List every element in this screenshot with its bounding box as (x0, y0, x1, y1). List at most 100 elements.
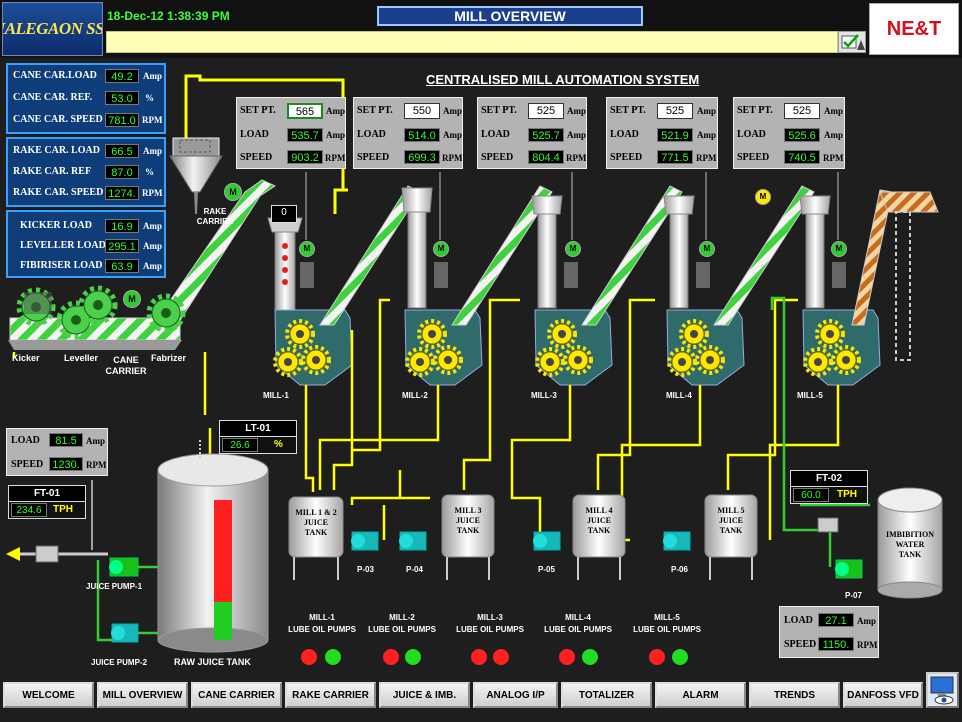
nav-totalizer-button[interactable]: TOTALIZER (561, 682, 652, 708)
mill-4-setpt-label: SET PT. (610, 105, 646, 116)
mill-5-load-label: LOAD (737, 129, 766, 140)
juice-pump-speed-unit: RPM (86, 460, 107, 470)
mill-1-setpt-input[interactable]: 565 (287, 103, 323, 119)
mill-2-speed-value: 699.3 (404, 150, 440, 164)
cane-car-ref-unit: % (145, 93, 154, 103)
nav-cane-carrier-button[interactable]: CANE CARRIER (191, 682, 282, 708)
mill-2-panel: SET PT. 550 Amp LOAD 514.0 Amp SPEED 699… (353, 97, 463, 169)
mill-4-graphic (663, 185, 815, 386)
mill-3-motor-icon[interactable]: M (565, 241, 581, 257)
mill-5-load-value: 525.6 (784, 128, 820, 142)
alarm-ack-button[interactable] (838, 31, 866, 53)
imbibition-speed-value: 1150. (818, 637, 854, 651)
p-06-label: P-06 (671, 565, 688, 574)
mill-5-speed-label: SPEED (737, 152, 770, 163)
leveller-load-label: LEVELLER LOAD (20, 240, 106, 251)
ft-01-box: FT-01 234.6 TPH (8, 485, 86, 519)
mill-4-panel: SET PT. 525 Amp LOAD 521.9 Amp SPEED 771… (606, 97, 718, 169)
leveller-load-unit: Amp (143, 241, 163, 251)
juice-pump-2-label: JUICE PUMP-2 (91, 658, 148, 667)
nav-juice-imb-button[interactable]: JUICE & IMB. (379, 682, 470, 708)
leveller-label: Leveller (64, 353, 99, 363)
mill-3-juice-tank-label: MILL 3 JUICE TANK (454, 506, 482, 535)
nav-mill-overview-button[interactable]: MILL OVERVIEW (97, 682, 188, 708)
mill-5-setpt-input[interactable]: 525 (784, 103, 820, 119)
ft-02-unit: TPH (837, 489, 857, 500)
mill-2-load-value: 514.0 (404, 128, 440, 142)
mill-1-lube-label-line2: LUBE OIL PUMPS (288, 625, 356, 634)
rake-car-speed-label: RAKE CAR. SPEED (13, 187, 104, 198)
mill-3-load-unit: Amp (567, 130, 587, 140)
cane-carrier-panel: CANE CAR.LOAD 49.2 Amp CANE CAR. REF. 53… (6, 63, 166, 134)
intermediate-carrier-motor-icon[interactable]: M (755, 189, 771, 205)
imbibition-load-unit: Amp (857, 616, 877, 626)
ft-02-value: 60.0 (793, 488, 829, 502)
mill-1-load-value: 535.7 (287, 128, 323, 142)
mill-3-load-value: 525.7 (528, 128, 564, 142)
mill-1-setpt-unit: Amp (326, 106, 346, 116)
mill-2-load-label: LOAD (357, 129, 386, 140)
raw-juice-tank-label: RAW JUICE TANK (174, 657, 251, 667)
mill-1-setpt-label: SET PT. (240, 105, 276, 116)
ft-02-box: FT-02 60.0 TPH (790, 470, 868, 504)
mill-1-motor-icon[interactable]: M (299, 241, 315, 257)
imbibition-tank-label: IMBIBITION WATER TANK (885, 530, 934, 559)
imbibition-speed-unit: RPM (857, 640, 878, 650)
mill-overview-screen: MALEGAON SSK 18-Dec-12 1:38:39 PM MILL O… (0, 0, 962, 722)
mill-3-speed-label: SPEED (481, 152, 514, 163)
imbibition-load-value: 27.1 (818, 613, 854, 627)
mill-2-graphic (401, 185, 553, 386)
rake-car-ref-value: 87.0 (105, 165, 139, 179)
mill-4-load-value: 521.9 (657, 128, 693, 142)
datetime: 18-Dec-12 1:38:39 PM (107, 9, 230, 23)
alarm-banner[interactable] (106, 31, 838, 53)
mill-1-panel: SET PT. 565 Amp LOAD 535.7 Amp SPEED 903… (236, 97, 346, 169)
mill-5-load-unit: Amp (824, 130, 844, 140)
mill-3-graphic (531, 185, 683, 386)
ft-01-label: FT-01 (9, 486, 85, 502)
mill-1-load-unit: Amp (326, 130, 346, 140)
juice-pump-load-value: 81.5 (49, 433, 83, 447)
kicker-load-label: KICKER LOAD (20, 220, 92, 231)
rake-car-speed-unit: RPM (142, 188, 163, 198)
mill-1-lube-label-line1: MILL-1 (309, 613, 335, 622)
mill-3-speed-value: 804.4 (528, 150, 564, 164)
nav-alarm-button[interactable]: ALARM (655, 682, 746, 708)
rake-car-load-unit: Amp (143, 146, 163, 156)
computer-monitor-button[interactable] (926, 672, 959, 708)
nav-trends-button[interactable]: TRENDS (749, 682, 840, 708)
imbibition-load-label: LOAD (784, 615, 813, 626)
mill-4-setpt-input[interactable]: 525 (657, 103, 693, 119)
mill-3-speed-unit: RPM (566, 153, 587, 163)
imbibition-speed-label: SPEED (784, 639, 817, 650)
rake-carrier-label: RAKE CARRIER (196, 207, 234, 226)
rake-carrier-motor-icon[interactable]: M (224, 183, 242, 201)
fabrizer-label: Fabrizer (151, 353, 187, 363)
nav-analog-ip-button[interactable]: ANALOG I/P (473, 682, 558, 708)
mill-2-motor-icon[interactable]: M (433, 241, 449, 257)
nav-welcome-button[interactable]: WELCOME (3, 682, 94, 708)
fibiriser-load-label: FIBIRISER LOAD (20, 260, 103, 271)
juice-pump-panel: LOAD 81.5 Amp SPEED 1230. RPM (6, 428, 108, 476)
lt-01-label: LT-01 (220, 421, 296, 437)
cane-car-speed-unit: RPM (142, 115, 163, 125)
nav-danfoss-vfd-button[interactable]: DANFOSS VFD (843, 682, 923, 708)
p-07-label: P-07 (845, 591, 862, 600)
nav-rake-carrier-button[interactable]: RAKE CARRIER (285, 682, 376, 708)
imbibition-pump-panel: LOAD 27.1 Amp SPEED 1150. RPM (779, 606, 879, 658)
mill-2-setpt-input[interactable]: 550 (404, 103, 440, 119)
brand-logo: NE&T (869, 3, 959, 55)
mill-4-motor-icon[interactable]: M (699, 241, 715, 257)
mill-1-speed-value: 903.2 (287, 150, 323, 164)
mill-5-speed-unit: RPM (823, 153, 844, 163)
mill-5-label: MILL-5 (797, 391, 823, 400)
cane-carrier-motor-icon[interactable]: M (123, 290, 141, 308)
p-04-label: P-04 (406, 565, 423, 574)
mill-3-setpt-input[interactable]: 525 (528, 103, 564, 119)
ft-02-label: FT-02 (791, 471, 867, 487)
mill-5-lube-label-line2: LUBE OIL PUMPS (633, 625, 701, 634)
ft-01-unit: TPH (53, 504, 73, 515)
mill-5-motor-icon[interactable]: M (831, 241, 847, 257)
kicker-label: Kicker (12, 353, 40, 363)
mill-2-setpt-label: SET PT. (357, 105, 393, 116)
